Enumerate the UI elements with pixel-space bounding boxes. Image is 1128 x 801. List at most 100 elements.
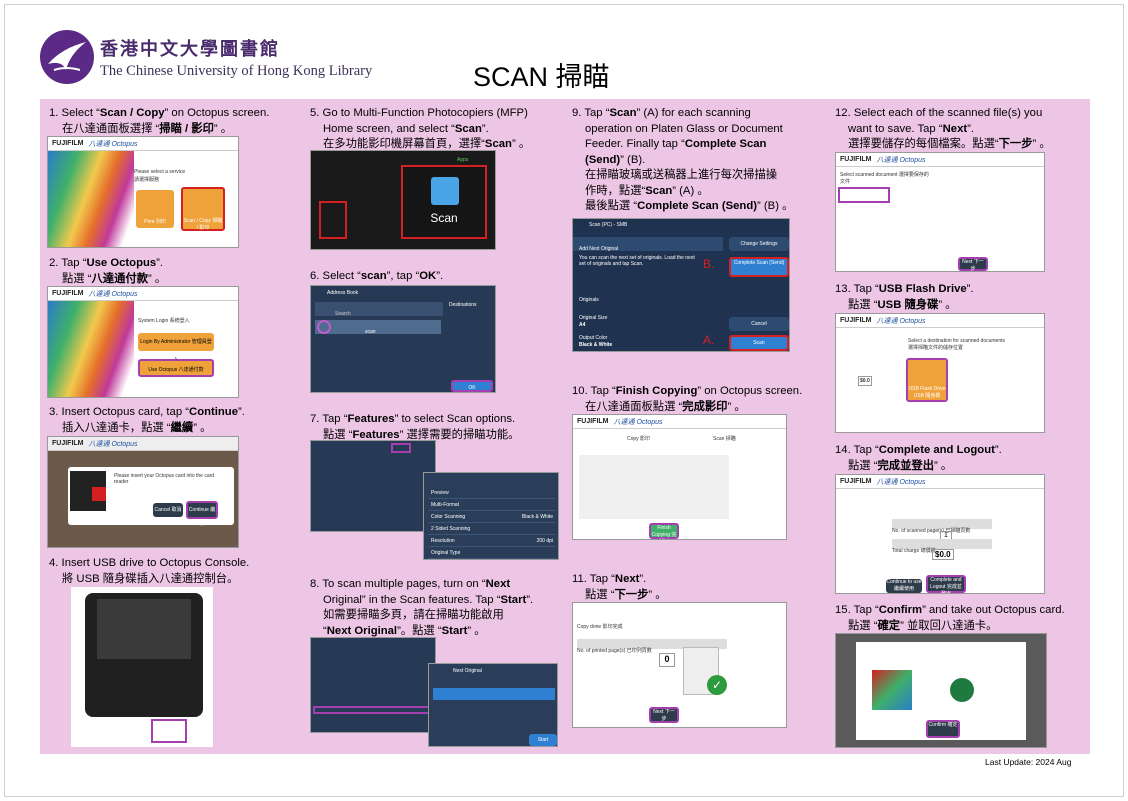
step-line: 最後點選 “Complete Scan (Send)” (B) 。: [585, 200, 794, 212]
step-12-text: 12. Select each of the scanned file(s) y…: [835, 106, 1051, 153]
step-line: 3. Insert Octopus card, tap “Continue”.: [49, 406, 245, 418]
step-8-text: 8. To scan multiple pages, turn on “Next…: [310, 577, 533, 639]
step-5-text: 5. Go to Multi-Function Photocopiers (MF…: [310, 106, 530, 153]
step-line: 點選 “確定” 並取回八達通卡。: [848, 619, 998, 632]
scan-copy-button[interactable]: Scan / Copy 掃瞄 / 影印: [181, 187, 225, 231]
screenshot-step-3: FUJIFILM 八達通 Octopus Please insert your O…: [47, 436, 239, 548]
change-settings-button[interactable]: Change Settings: [729, 237, 789, 251]
screenshot-step-4: [71, 587, 213, 747]
complete-scan-button[interactable]: Complete Scan (Send): [729, 257, 789, 277]
apps-label: Apps: [457, 157, 469, 163]
scan-home-highlight: [319, 201, 347, 239]
next-original-toggle[interactable]: [313, 706, 433, 714]
feature-option[interactable]: 2 Sided Scanning: [428, 523, 556, 535]
usb-flash-drive-button[interactable]: USB Flash Drive USB 隨身碟: [906, 358, 948, 402]
step-line: 15. Tap “Confirm” and take out Octopus c…: [835, 604, 1065, 616]
next-button[interactable]: Next 下一步: [649, 707, 679, 723]
confirm-button[interactable]: Confirm 確定: [926, 720, 960, 738]
step-line: 13. Tap “USB Flash Drive”.: [835, 283, 974, 295]
feature-option[interactable]: Preview: [428, 487, 556, 499]
step-line: Feeder. Finally tap “Complete Scan: [585, 138, 767, 150]
step-10-text: 10. Tap “Finish Copying” on Octopus scre…: [572, 384, 802, 415]
screenshot-step-14: FUJIFILM 八達通 Octopus No. of scanned page(…: [835, 474, 1045, 594]
feature-option[interactable]: Multi-Format: [428, 499, 556, 511]
feature-option[interactable]: Original Type: [428, 547, 556, 559]
step-line: 點選 “下一步” 。: [585, 588, 667, 601]
feature-option[interactable]: Color Scanning Black & White: [428, 511, 556, 523]
screenshot-step-15: Confirm 確定: [835, 633, 1047, 748]
screenshot-step-8-next: Next Original Start: [428, 663, 558, 747]
scanned-file-item[interactable]: [838, 187, 890, 203]
destinations-label: Destinations: [449, 302, 477, 308]
continue-to-use-button[interactable]: Continue to use 繼續使用: [886, 579, 922, 593]
scan-app-icon[interactable]: Scan: [401, 165, 487, 239]
screenshot-step-8: [310, 637, 436, 733]
scan-contact-row[interactable]: scan: [315, 320, 441, 335]
step-line: 5. Go to Multi-Function Photocopiers (MF…: [310, 107, 528, 119]
step-line: 作時，點選“Scan” (A) 。: [585, 184, 709, 197]
eject-icon: [950, 678, 974, 702]
use-octopus-button[interactable]: Use Octopus 八達通付款: [138, 359, 214, 377]
print-button[interactable]: Print 列印: [136, 190, 174, 228]
logo-chinese-name: 香港中文大學圖書館: [100, 38, 280, 60]
page-title: SCAN 掃瞄: [473, 62, 610, 92]
cancel-button[interactable]: Cancel 取消: [153, 503, 183, 517]
step-11-text: 11. Tap “Next”. 點選 “下一步” 。: [572, 572, 667, 603]
step-line: 插入八達通卡，點選 “繼續” 。: [62, 421, 212, 434]
bird-logo-icon: [40, 30, 94, 84]
step-6-text: 6. Select “scan”, tap “OK”.: [310, 269, 443, 285]
step-line: 在八達通面板選擇 “掃瞄 / 影印” 。: [62, 122, 233, 135]
step-line: 1. Select “Scan / Copy” on Octopus scree…: [49, 107, 270, 119]
step-line: 4. Insert USB drive to Octopus Console.: [49, 557, 250, 569]
screenshot-step-10: FUJIFILM 八達通 Octopus Copy 影印 Scan 掃瞄 Fini…: [572, 414, 787, 540]
continue-button[interactable]: Continue 繼續: [186, 501, 218, 527]
usb-drive-highlight: [151, 719, 187, 743]
address-book-title: Address Book: [327, 290, 359, 296]
screenshot-step-7: [310, 440, 436, 532]
screenshot-step-11: Copy done 影印完成 No. of printed page(s) 已印…: [572, 602, 787, 728]
scan-button[interactable]: Scan: [729, 335, 789, 351]
step-line: 點選 “USB 隨身碟” 。: [848, 298, 957, 311]
step-line: 如需要掃瞄多頁，請在掃瞄功能啟用: [323, 609, 504, 621]
feature-option[interactable]: Resolution 200 dpi: [428, 535, 556, 547]
screenshot-step-5: Apps Scan: [310, 150, 496, 250]
step-line: 11. Tap “Next”.: [572, 573, 647, 585]
step-line: want to save. Tap “Next”.: [848, 122, 975, 135]
step-line: 點選 “八達通付款” 。: [62, 272, 167, 285]
step-line: Original” in the Scan features. Tap “Sta…: [323, 593, 534, 606]
step-line: 10. Tap “Finish Copying” on Octopus scre…: [572, 385, 803, 397]
step-line: 點選 “完成並登出” 。: [848, 459, 953, 472]
insert-card-message: Please insert your Octopus card into the…: [114, 473, 215, 485]
step-13-text: 13. Tap “USB Flash Drive”. 點選 “USB 隨身碟” 。: [835, 282, 974, 313]
label-b: B.: [703, 257, 715, 271]
step-7-text: 7. Tap “Features” to select Scan options…: [310, 412, 519, 443]
login-admin-button[interactable]: Login By Administrator 管理員登入: [138, 333, 214, 363]
service-prompt-zh: 請選擇服務: [134, 177, 160, 183]
step-15-text: 15. Tap “Confirm” and take out Octopus c…: [835, 603, 1065, 634]
copy-done-label: Copy done 影印完成: [577, 624, 623, 630]
finish-copying-button[interactable]: Finish Copying 完成影印: [649, 523, 679, 539]
last-update: Last Update: 2024 Aug: [985, 757, 1072, 767]
screenshot-step-9: Scan (PC) - SMB Add Next Original Change…: [572, 218, 790, 352]
scan-smb-title: Scan (PC) - SMB: [589, 222, 628, 228]
screenshot-step-2: FUJIFILM 八達通 Octopus System Login 系統登入 Lo…: [47, 286, 239, 398]
octopus-card-icon: [872, 670, 912, 710]
cancel-scan-button[interactable]: Cancel: [729, 317, 789, 331]
start-button[interactable]: Start: [529, 734, 557, 746]
features-tab[interactable]: [391, 443, 411, 453]
next-button-12[interactable]: Next 下一步: [958, 257, 988, 271]
step-line: (Send)” (B).: [585, 153, 646, 166]
step-line: 14. Tap “Complete and Logout”.: [835, 444, 1002, 456]
step-line: 7. Tap “Features” to select Scan options…: [310, 413, 516, 425]
ok-button[interactable]: OK: [451, 380, 493, 392]
label-a: A.: [703, 333, 715, 347]
next-set-message: You can scan the next set of originals. …: [579, 255, 695, 267]
step-line: Home screen, and select “Scan”.: [323, 122, 489, 135]
next-original-title: Next Original: [453, 668, 482, 674]
step-line: 在掃瞄玻璃或送稿器上進行每次掃描操: [585, 169, 778, 181]
step-9-text: 9. Tap “Scan” (A) for each scanning opera…: [572, 106, 793, 215]
step-line: 在八達通面板點選 “完成影印” 。: [585, 400, 746, 413]
checkmark-icon: ✓: [707, 675, 727, 695]
complete-logout-button[interactable]: Complete and Logout 完成並登出: [926, 575, 966, 593]
step-line: 6. Select “scan”, tap “OK”.: [310, 270, 444, 282]
